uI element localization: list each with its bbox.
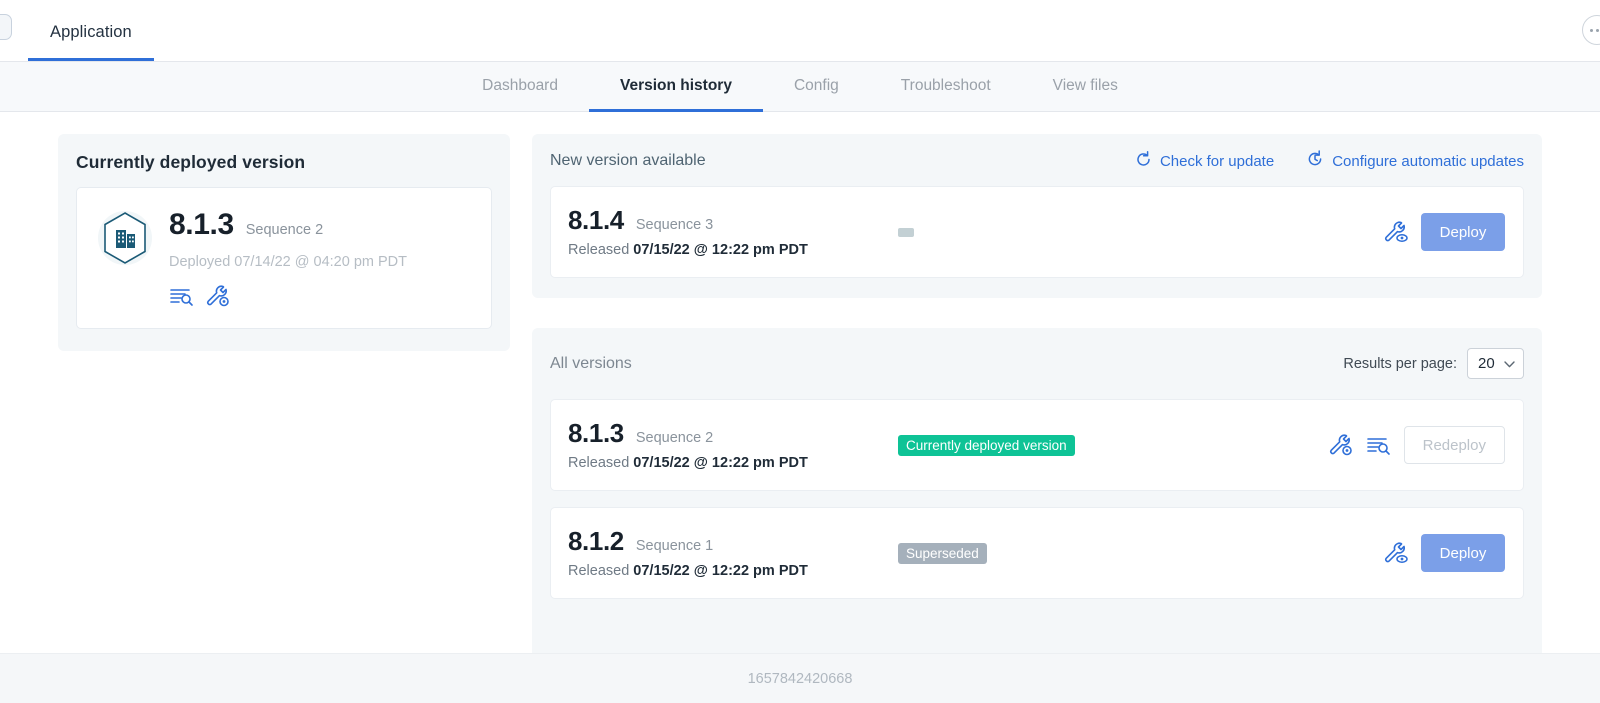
new-version-panel: New version available Check for update C… [532, 134, 1542, 298]
subnav-label: Version history [619, 76, 732, 94]
subnav-item-version-history[interactable]: Version history [588, 62, 763, 112]
subnav-label: Dashboard [482, 76, 558, 94]
deployed-version-details: 8.1.3 Sequence 2 Deployed 07/14/22 @ 04:… [169, 206, 471, 308]
sub-navigation: Dashboard Version history Config Trouble… [0, 62, 1600, 112]
deploy-button[interactable]: Deploy [1421, 534, 1505, 572]
app-logo-icon[interactable] [0, 14, 12, 40]
tab-application-label: Application [50, 23, 132, 41]
version-row: 8.1.3 Sequence 2 [169, 210, 471, 240]
deployed-card-actions [169, 284, 471, 308]
released-timestamp: Released 07/15/22 @ 12:22 pm PDT [568, 563, 898, 579]
new-version-header: New version available Check for update C… [550, 150, 1524, 172]
subnav-item-view-files[interactable]: View files [1022, 62, 1149, 112]
row-actions: Redeploy [1328, 426, 1505, 464]
released-prefix: Released [568, 562, 634, 579]
version-sequence: Sequence 2 [635, 429, 714, 446]
tab-application[interactable]: Application [28, 23, 154, 61]
footer: 1657842420668 [0, 653, 1600, 703]
all-versions-panel: All versions Results per page: 20 8.1.3 … [532, 328, 1542, 703]
subnav-item-dashboard[interactable]: Dashboard [451, 62, 589, 112]
wrench-eye-icon[interactable] [1383, 220, 1409, 244]
results-per-page-select[interactable]: 20 [1467, 348, 1524, 379]
version-row: 8.1.2 Sequence 1 [568, 528, 898, 554]
version-status: Superseded [898, 542, 1383, 564]
configure-automatic-updates-label: Configure automatic updates [1332, 152, 1524, 170]
version-sequence: Sequence 2 [245, 222, 324, 238]
released-prefix: Released [568, 454, 634, 471]
right-column: New version available Check for update C… [532, 134, 1542, 703]
status-badge: Superseded [898, 542, 987, 564]
new-version-card-actions: Deploy [1383, 213, 1505, 251]
page-content: Currently deployed version 8.1.3 Sequenc… [0, 112, 1600, 703]
redeploy-button[interactable]: Redeploy [1403, 426, 1505, 464]
version-number: 8.1.4 [568, 204, 624, 235]
version-sequence: Sequence 1 [635, 537, 714, 554]
status-badge [898, 227, 914, 237]
subnav-label: View files [1052, 76, 1118, 94]
table-row: 8.1.2 Sequence 1 Released 07/15/22 @ 12:… [550, 507, 1524, 599]
new-version-card-info: 8.1.4 Sequence 3 Released 07/15/22 @ 12:… [568, 207, 898, 258]
dot [1595, 28, 1599, 32]
check-for-update-button[interactable]: Check for update [1135, 150, 1275, 172]
refresh-icon [1135, 150, 1152, 172]
wrench-eye-icon[interactable] [1383, 541, 1409, 565]
more-dots-icon[interactable] [1582, 15, 1600, 45]
version-status: Currently deployed version [898, 434, 1328, 456]
all-versions-title: All versions [550, 354, 632, 372]
clock-update-icon [1306, 150, 1324, 172]
app-tab-strip: Application [0, 0, 154, 61]
view-logs-icon[interactable] [169, 285, 195, 307]
currently-deployed-panel: Currently deployed version 8.1.3 Sequenc… [58, 134, 510, 351]
new-version-title: New version available [550, 152, 706, 169]
subnav-label: Troubleshoot [900, 76, 991, 94]
released-timestamp: Released 07/15/22 @ 12:22 pm PDT [568, 455, 898, 471]
version-sequence: Sequence 3 [635, 216, 714, 233]
check-for-update-label: Check for update [1159, 152, 1275, 170]
released-date: 07/15/22 @ 12:22 pm PDT [633, 454, 808, 471]
row-actions: Deploy [1383, 534, 1505, 572]
version-row: 8.1.4 Sequence 3 [568, 207, 898, 233]
configure-automatic-updates-button[interactable]: Configure automatic updates [1306, 150, 1524, 172]
view-logs-icon[interactable] [1366, 434, 1392, 456]
page-title: Currently deployed version [76, 152, 306, 172]
wrench-gear-icon[interactable] [1328, 433, 1354, 457]
status-badge: Currently deployed version [898, 434, 1075, 456]
dot [1590, 28, 1593, 32]
subnav-item-config[interactable]: Config [763, 62, 870, 112]
left-column: Currently deployed version 8.1.3 Sequenc… [58, 134, 510, 703]
version-row: 8.1.3 Sequence 2 [568, 420, 898, 446]
subnav-item-troubleshoot[interactable]: Troubleshoot [870, 62, 1022, 112]
new-version-actions: Check for update Configure automatic upd… [1135, 150, 1524, 172]
results-per-page-control: Results per page: 20 [1343, 348, 1524, 379]
all-versions-list: 8.1.3 Sequence 2 Released 07/15/22 @ 12:… [550, 399, 1524, 599]
version-number: 8.1.2 [568, 525, 624, 556]
results-per-page-select-wrap: 20 [1467, 348, 1524, 379]
new-version-card: 8.1.4 Sequence 3 Released 07/15/22 @ 12:… [550, 186, 1524, 278]
version-info: 8.1.2 Sequence 1 Released 07/15/22 @ 12:… [568, 528, 898, 579]
enterprise-hexagon-icon [97, 208, 153, 268]
table-row: 8.1.3 Sequence 2 Released 07/15/22 @ 12:… [550, 399, 1524, 491]
top-bar-right [1582, 15, 1600, 45]
results-per-page-label: Results per page: [1343, 355, 1457, 372]
deployed-version-card: 8.1.3 Sequence 2 Deployed 07/14/22 @ 04:… [76, 187, 492, 329]
version-number: 8.1.3 [568, 417, 624, 448]
new-version-card-status [898, 227, 1383, 237]
released-date: 07/15/22 @ 12:22 pm PDT [633, 562, 808, 579]
released-timestamp: Released 07/15/22 @ 12:22 pm PDT [568, 242, 898, 258]
footer-timestamp: 1657842420668 [747, 670, 853, 687]
deploy-button[interactable]: Deploy [1421, 213, 1505, 251]
top-bar: Application [0, 0, 1600, 62]
released-prefix: Released [568, 241, 634, 258]
subnav-label: Config [793, 76, 839, 94]
deployed-timestamp: Deployed 07/14/22 @ 04:20 pm PDT [169, 254, 407, 270]
wrench-gear-icon[interactable] [205, 284, 231, 308]
version-info: 8.1.3 Sequence 2 Released 07/15/22 @ 12:… [568, 420, 898, 471]
released-date: 07/15/22 @ 12:22 pm PDT [633, 241, 808, 258]
all-versions-header: All versions Results per page: 20 [550, 344, 1524, 379]
version-number: 8.1.3 [169, 208, 234, 241]
